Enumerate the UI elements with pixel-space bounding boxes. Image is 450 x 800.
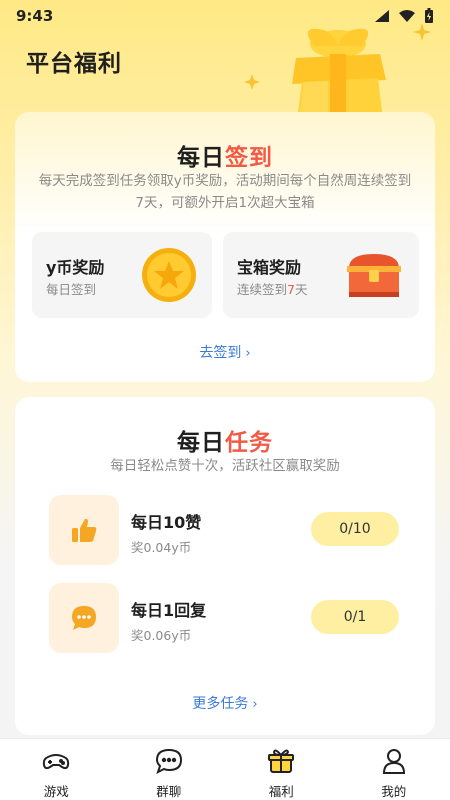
status-time: 9:43 — [16, 7, 54, 25]
sparkle-icon — [244, 74, 260, 90]
chat-icon — [155, 747, 183, 775]
tasks-title: 每日任务 — [15, 423, 435, 457]
thumbs-up-icon — [72, 518, 97, 542]
chat-bubble-icon — [72, 606, 96, 630]
chest-sub-days: 7 — [287, 282, 295, 297]
chest-reward-box[interactable]: 宝箱奖励 连续签到7天 — [223, 232, 419, 318]
tab-profile-label: 我的 — [381, 784, 407, 799]
tab-group-chat-label: 群聊 — [156, 784, 182, 799]
tab-group-chat[interactable]: 群聊 — [113, 739, 226, 800]
task-icon-box — [49, 583, 119, 653]
gift-icon — [267, 747, 295, 775]
gamepad-icon — [42, 747, 70, 775]
more-tasks-label: 更多任务 — [192, 696, 249, 712]
page-title: 平台福利 — [26, 51, 122, 77]
go-signin-label: 去签到 — [199, 345, 242, 361]
task-reward: 奖0.06y币 — [131, 628, 192, 643]
tasks-description: 每日轻松点赞十次，活跃社区赢取奖励 — [110, 458, 340, 474]
bottom-tab-bar: 游戏 群聊 福利 我的 — [0, 738, 450, 800]
treasure-chest-icon — [347, 254, 401, 297]
chevron-right-icon: › — [252, 697, 258, 712]
task-row-reply: 每日1回复 奖0.06y币 0/1 — [49, 583, 409, 653]
signin-description: 每天完成签到任务领取y币奖励，活动期间每个自然周连续签到7天，可额外开启1次超大… — [38, 173, 412, 211]
sparkle-icon — [413, 23, 431, 41]
coin-reward-title: y币奖励 — [46, 258, 105, 277]
tab-games[interactable]: 游戏 — [0, 739, 113, 800]
signin-title: 每日签到 — [15, 138, 435, 172]
task-reward: 奖0.04y币 — [131, 540, 192, 555]
task-progress-pill[interactable]: 0/1 — [311, 600, 399, 634]
tasks-title-part2: 任务 — [225, 430, 273, 456]
tab-profile[interactable]: 我的 — [338, 739, 450, 800]
daily-tasks-card: 每日任务 每日轻松点赞十次，活跃社区赢取奖励 每日10赞 奖0.04y币 0/1… — [15, 397, 435, 735]
chest-reward-title: 宝箱奖励 — [237, 258, 302, 277]
coin-star-icon — [142, 248, 196, 302]
tab-welfare-label: 福利 — [268, 784, 294, 799]
profile-icon — [380, 747, 408, 775]
task-progress-pill[interactable]: 0/10 — [311, 512, 399, 546]
coin-reward-box[interactable]: y币奖励 每日签到 — [32, 232, 212, 318]
signin-title-part1: 每日 — [177, 145, 225, 171]
coin-reward-sub: 每日签到 — [46, 282, 97, 297]
chest-sub-prefix: 连续签到 — [237, 282, 288, 297]
chest-sub-suffix: 天 — [294, 282, 308, 297]
go-signin-link[interactable]: 去签到 › — [15, 342, 435, 362]
more-tasks-link[interactable]: 更多任务 › — [15, 693, 435, 713]
tab-welfare[interactable]: 福利 — [225, 739, 338, 800]
tab-games-label: 游戏 — [43, 784, 69, 799]
chest-reward-sub: 连续签到7天 — [237, 279, 307, 298]
signin-title-part2: 签到 — [225, 145, 273, 171]
task-name: 每日1回复 — [131, 601, 207, 620]
chevron-right-icon: › — [245, 346, 251, 361]
task-icon-box — [49, 495, 119, 565]
task-row-likes: 每日10赞 奖0.04y币 0/10 — [49, 495, 409, 565]
daily-signin-card: 每日签到 每天完成签到任务领取y币奖励，活动期间每个自然周连续签到7天，可额外开… — [15, 112, 435, 382]
tasks-title-part1: 每日 — [177, 430, 225, 456]
task-name: 每日10赞 — [131, 513, 202, 532]
